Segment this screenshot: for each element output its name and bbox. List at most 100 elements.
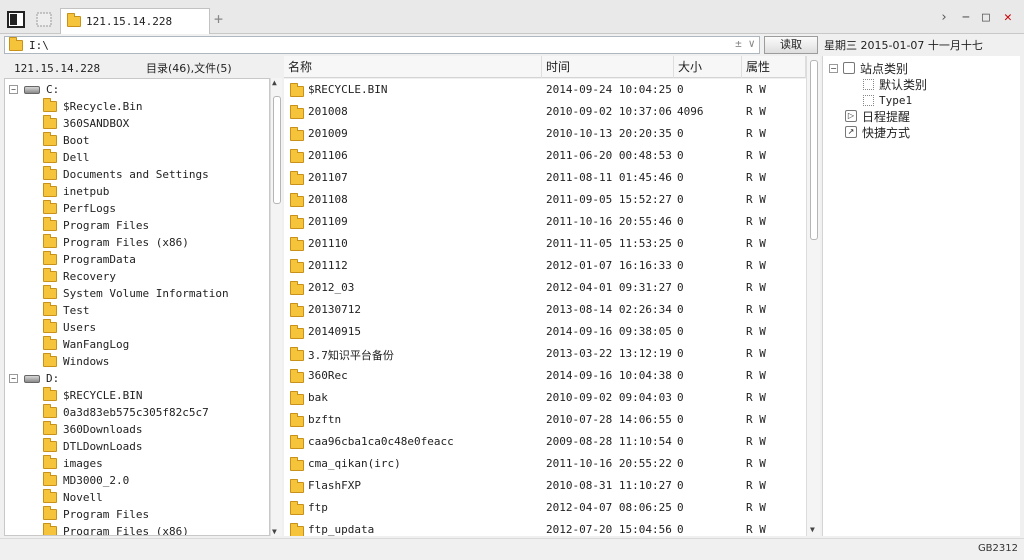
file-size: 0	[677, 171, 684, 184]
file-row[interactable]: cma_qikan(irc) 2011-10-16 20:55:22 0 R W	[284, 453, 806, 475]
file-row[interactable]: 360Rec 2014-09-16 10:04:38 0 R W	[284, 365, 806, 387]
file-row[interactable]: 201108 2011-09-05 15:52:27 0 R W	[284, 189, 806, 211]
collapse-icon[interactable]: −	[829, 63, 838, 73]
tree-scrollbar[interactable]: ▲ ▼	[270, 78, 282, 536]
tree-type1[interactable]: Type1	[863, 92, 912, 108]
tree-drive-d[interactable]: − D:	[9, 370, 59, 387]
collapse-icon[interactable]: −	[9, 85, 18, 94]
folder-icon	[290, 303, 304, 317]
close-button[interactable]: ✕	[1004, 10, 1012, 25]
address-dropdown-icon[interactable]: ± ∨	[735, 37, 755, 50]
tree-item[interactable]: Program Files (x86)	[43, 523, 189, 535]
file-row[interactable]: ftp_updata 2012-07-20 15:04:56 0 R W	[284, 519, 806, 536]
tree-item[interactable]: Program Files	[43, 506, 149, 523]
file-time: 2012-04-07 08:06:25	[546, 501, 672, 514]
tree-item[interactable]: Boot	[43, 132, 90, 149]
address-path: I:\	[29, 38, 49, 52]
file-size: 0	[677, 149, 684, 162]
tree-item[interactable]: Dell	[43, 149, 90, 166]
server-list-button[interactable]	[34, 9, 56, 31]
file-attr: R W	[746, 215, 766, 228]
file-row[interactable]: 201009 2010-10-13 20:20:35 0 R W	[284, 123, 806, 145]
tree-item[interactable]: WanFangLog	[43, 336, 129, 353]
file-name: 3.7知识平台备份	[308, 349, 394, 362]
tree-drive-c[interactable]: − C:	[9, 81, 59, 98]
tree-item[interactable]: Windows	[43, 353, 109, 370]
file-row[interactable]: 201008 2010-09-02 10:37:06 4096 R W	[284, 101, 806, 123]
tree-item-label: Windows	[63, 355, 110, 368]
tree-item[interactable]: Program Files	[43, 217, 149, 234]
file-row[interactable]: $RECYCLE.BIN 2014-09-24 10:04:25 0 R W	[284, 79, 806, 101]
file-row[interactable]: FlashFXP 2010-08-31 11:10:27 0 R W	[284, 475, 806, 497]
tree-item[interactable]: 360Downloads	[43, 421, 142, 438]
file-attr: R W	[746, 259, 766, 272]
minimize-button[interactable]: −	[962, 10, 970, 25]
file-row[interactable]: 201106 2011-06-20 00:48:53 0 R W	[284, 145, 806, 167]
column-size[interactable]: 大小	[674, 56, 742, 78]
file-row[interactable]: 201112 2012-01-07 16:16:33 0 R W	[284, 255, 806, 277]
tab-active[interactable]: 121.15.14.228	[60, 8, 210, 34]
file-size: 0	[677, 281, 684, 294]
file-size: 4096	[677, 105, 704, 118]
column-name[interactable]: 名称	[284, 56, 542, 78]
tree-item-label: DTLDownLoads	[63, 440, 143, 453]
tree-item[interactable]: System Volume Information	[43, 285, 229, 302]
tree-item[interactable]: 360SANDBOX	[43, 115, 129, 132]
tree-item[interactable]: $RECYCLE.BIN	[43, 387, 142, 404]
tree-schedule[interactable]: ▷ 日程提醒	[845, 108, 910, 124]
add-tab-button[interactable]: +	[214, 10, 223, 28]
folder-icon	[43, 353, 57, 367]
folder-icon	[43, 234, 57, 248]
file-list-scrollbar[interactable]: ▼	[806, 56, 820, 536]
tree-item[interactable]: $Recycle.Bin	[43, 98, 142, 115]
tree-item[interactable]: Program Files (x86)	[43, 234, 189, 251]
file-row[interactable]: 20130712 2013-08-14 02:26:34 0 R W	[284, 299, 806, 321]
tree-item[interactable]: inetpub	[43, 183, 109, 200]
file-row[interactable]: ftp 2012-04-07 08:06:25 0 R W	[284, 497, 806, 519]
column-time[interactable]: 时间	[542, 56, 674, 78]
file-row[interactable]: 2012_03 2012-04-01 09:31:27 0 R W	[284, 277, 806, 299]
file-row[interactable]: bak 2010-09-02 09:04:03 0 R W	[284, 387, 806, 409]
file-row[interactable]: 201109 2011-10-16 20:55:46 0 R W	[284, 211, 806, 233]
tree-scroll-thumb[interactable]	[273, 96, 281, 204]
tree-item[interactable]: images	[43, 455, 103, 472]
file-row[interactable]: 201110 2011-11-05 11:53:25 0 R W	[284, 233, 806, 255]
tree-item[interactable]: Test	[43, 302, 90, 319]
scroll-up-icon[interactable]: ▲	[272, 78, 277, 87]
file-row[interactable]: 3.7知识平台备份 2013-03-22 13:12:19 0 R W	[284, 343, 806, 365]
tree-item[interactable]: DTLDownLoads	[43, 438, 142, 455]
panel-toggle-button[interactable]	[6, 9, 28, 31]
tree-item[interactable]: Documents and Settings	[43, 166, 209, 183]
read-button[interactable]: 读取	[764, 36, 818, 54]
tree-item[interactable]: Users	[43, 319, 96, 336]
folder-icon	[43, 489, 57, 503]
folder-icon	[290, 325, 304, 339]
tree-default-category[interactable]: 默认类别	[863, 76, 927, 92]
maximize-button[interactable]: □	[982, 10, 990, 25]
address-bar[interactable]: I:\ ± ∨	[4, 36, 760, 54]
tree-item[interactable]: MD3000_2.0	[43, 472, 129, 489]
tree-site-category[interactable]: − 站点类别	[829, 60, 908, 76]
tree-shortcut[interactable]: ↗ 快捷方式	[845, 124, 910, 140]
file-row[interactable]: caa96cba1ca0c48e0feacc 2009-08-28 11:10:5…	[284, 431, 806, 453]
folder-icon	[290, 457, 304, 471]
scroll-down-icon[interactable]: ▼	[272, 527, 277, 536]
file-row[interactable]: 201107 2011-08-11 01:45:46 0 R W	[284, 167, 806, 189]
file-name: 201112	[308, 259, 348, 272]
scroll-down-icon[interactable]: ▼	[810, 525, 815, 534]
collapse-icon[interactable]: −	[9, 374, 18, 383]
tree-item[interactable]: Recovery	[43, 268, 116, 285]
forward-icon[interactable]: ›	[940, 10, 948, 25]
tree-item[interactable]: 0a3d83eb575c305f82c5c7	[43, 404, 209, 421]
tree-item[interactable]: PerfLogs	[43, 200, 116, 217]
file-scroll-thumb[interactable]	[810, 60, 818, 240]
column-attr[interactable]: 属性	[742, 56, 806, 78]
file-time: 2014-09-16 10:04:38	[546, 369, 672, 382]
status-bar: GB2312	[0, 538, 1024, 560]
tree-item[interactable]: ProgramData	[43, 251, 136, 268]
file-row[interactable]: 20140915 2014-09-16 09:38:05 0 R W	[284, 321, 806, 343]
file-row[interactable]: bzftn 2010-07-28 14:06:55 0 R W	[284, 409, 806, 431]
tree-item[interactable]: Novell	[43, 489, 103, 506]
shortcut-icon: ↗	[845, 126, 857, 138]
file-size: 0	[677, 523, 684, 536]
